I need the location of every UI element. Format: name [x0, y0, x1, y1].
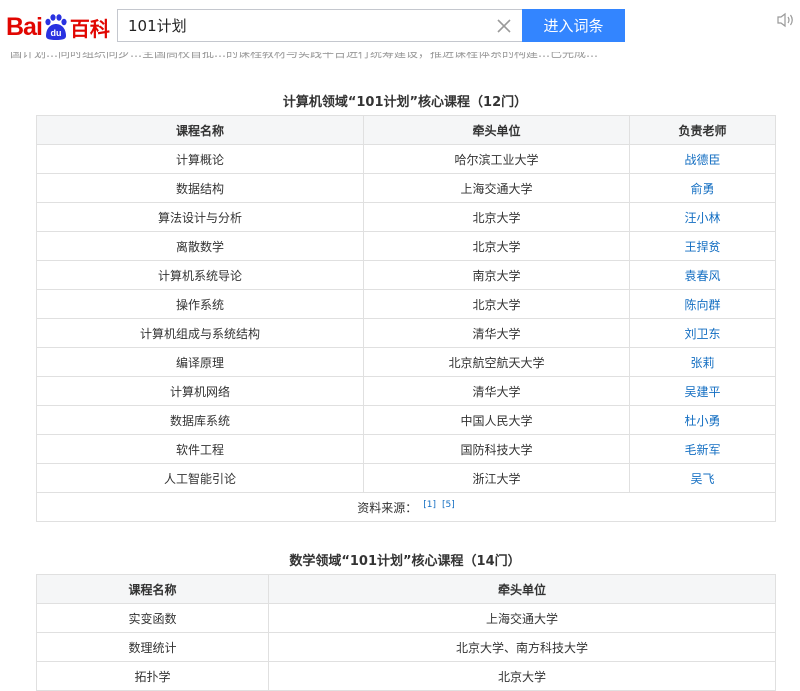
- teacher-link[interactable]: 袁春风: [629, 260, 776, 290]
- course-cell: 人工智能引论: [36, 463, 364, 493]
- table-row: 算法设计与分析 北京大学 汪小林: [36, 202, 776, 232]
- course-cell: 数据库系统: [36, 405, 364, 435]
- enter-entry-button[interactable]: 进入词条: [522, 9, 625, 42]
- table-header-row: 课程名称 牵头单位 负责老师: [36, 115, 776, 145]
- table-row: 人工智能引论 浙江大学 吴飞: [36, 463, 776, 493]
- top-bar: Bai du 百科 进入词条: [0, 0, 800, 60]
- teacher-link[interactable]: 战德臣: [629, 144, 776, 174]
- table-row: 计算机系统导论 南京大学 袁春风: [36, 260, 776, 290]
- column-header-lead-unit: 牵头单位: [268, 574, 776, 604]
- lead-unit-cell: 北京大学: [363, 202, 630, 232]
- teacher-link[interactable]: 陈向群: [629, 289, 776, 319]
- math-section-title: 数学领域“101计划”核心课程（14门）: [289, 554, 521, 569]
- reference-link-1[interactable]: [1]: [423, 500, 436, 510]
- teacher-link[interactable]: 张莉: [629, 347, 776, 377]
- teacher-link[interactable]: 俞勇: [629, 173, 776, 203]
- lead-unit-cell: 清华大学: [363, 318, 630, 348]
- course-cell: 数据结构: [36, 173, 364, 203]
- teacher-link[interactable]: 王捍贫: [629, 231, 776, 261]
- lead-unit-cell: 北京大学、南方科技大学: [268, 632, 776, 662]
- lead-unit-cell: 上海交通大学: [363, 173, 630, 203]
- table-row: 计算机组成与系统结构 清华大学 刘卫东: [36, 318, 776, 348]
- course-cell: 编译原理: [36, 347, 364, 377]
- teacher-link[interactable]: 吴建平: [629, 376, 776, 406]
- teacher-link[interactable]: 毛新军: [629, 434, 776, 464]
- reference-link-5[interactable]: [5]: [442, 500, 455, 510]
- cs-courses-table: 课程名称 牵头单位 负责老师 计算概论 哈尔滨工业大学 战德臣 数据结构 上海交通大学…: [36, 115, 776, 522]
- baidu-paw-logo-icon: du: [45, 14, 67, 40]
- teacher-link[interactable]: 吴飞: [629, 463, 776, 493]
- lead-unit-cell: 国防科技大学: [363, 434, 630, 464]
- column-header-lead-unit: 牵头单位: [363, 115, 630, 145]
- course-cell: 算法设计与分析: [36, 202, 364, 232]
- logo-text-du: du: [50, 28, 61, 38]
- table-row: 数理统计 北京大学、南方科技大学: [36, 632, 776, 662]
- source-label: 资料来源：: [357, 500, 418, 515]
- table-row: 操作系统 北京大学 陈向群: [36, 289, 776, 319]
- column-header-course: 课程名称: [36, 115, 364, 145]
- course-cell: 实变函数: [36, 603, 269, 633]
- table-row: 编译原理 北京航空航天大学 张莉: [36, 347, 776, 377]
- search-input[interactable]: [118, 10, 478, 41]
- close-icon[interactable]: [496, 18, 512, 34]
- search-box: [117, 9, 522, 42]
- baidu-baike-logo[interactable]: Bai du 百科: [6, 11, 110, 43]
- source-row: 资料来源： [1] [5]: [36, 492, 776, 522]
- lead-unit-cell: 北京大学: [268, 661, 776, 691]
- table-header-row: 课程名称 牵头单位: [36, 574, 776, 604]
- lead-unit-cell: 哈尔滨工业大学: [363, 144, 630, 174]
- math-courses-table: 课程名称 牵头单位 实变函数 上海交通大学 数理统计 北京大学、南方科技大学 拓扑学…: [36, 574, 776, 691]
- column-header-teacher: 负责老师: [629, 115, 776, 145]
- column-header-course: 课程名称: [36, 574, 269, 604]
- table-row: 拓扑学 北京大学: [36, 661, 776, 691]
- course-cell: 计算机系统导论: [36, 260, 364, 290]
- lead-unit-cell: 清华大学: [363, 376, 630, 406]
- teacher-link[interactable]: 杜小勇: [629, 405, 776, 435]
- course-cell: 计算机组成与系统结构: [36, 318, 364, 348]
- lead-unit-cell: 北京大学: [363, 289, 630, 319]
- lead-unit-cell: 北京航空航天大学: [363, 347, 630, 377]
- table-row: 计算概论 哈尔滨工业大学 战德臣: [36, 144, 776, 174]
- source-cell: 资料来源： [1] [5]: [36, 492, 776, 522]
- logo-text-baike: 百科: [69, 16, 110, 41]
- course-cell: 软件工程: [36, 434, 364, 464]
- table-row: 数据结构 上海交通大学 俞勇: [36, 173, 776, 203]
- logo-text-bai: Bai: [6, 12, 43, 41]
- teacher-link[interactable]: 汪小林: [629, 202, 776, 232]
- course-cell: 操作系统: [36, 289, 364, 319]
- intro-text-fragment: 国计划…同时组织同步…全国高校首批…的课程教材与实践平台进行统筹建设，推进课程体…: [10, 52, 599, 60]
- table-row: 离散数学 北京大学 王捍贫: [36, 231, 776, 261]
- course-cell: 数理统计: [36, 632, 269, 662]
- table-row: 实变函数 上海交通大学: [36, 603, 776, 633]
- lead-unit-cell: 中国人民大学: [363, 405, 630, 435]
- lead-unit-cell: 南京大学: [363, 260, 630, 290]
- course-cell: 计算机网络: [36, 376, 364, 406]
- table-row: 数据库系统 中国人民大学 杜小勇: [36, 405, 776, 435]
- cs-section-title: 计算机领域“101计划”核心课程（12门）: [282, 95, 528, 110]
- lead-unit-cell: 浙江大学: [363, 463, 630, 493]
- sound-icon[interactable]: [776, 12, 796, 28]
- teacher-link[interactable]: 刘卫东: [629, 318, 776, 348]
- table-row: 计算机网络 清华大学 吴建平: [36, 376, 776, 406]
- lead-unit-cell: 北京大学: [363, 231, 630, 261]
- course-cell: 计算概论: [36, 144, 364, 174]
- table-row: 软件工程 国防科技大学 毛新军: [36, 434, 776, 464]
- lead-unit-cell: 上海交通大学: [268, 603, 776, 633]
- course-cell: 拓扑学: [36, 661, 269, 691]
- course-cell: 离散数学: [36, 231, 364, 261]
